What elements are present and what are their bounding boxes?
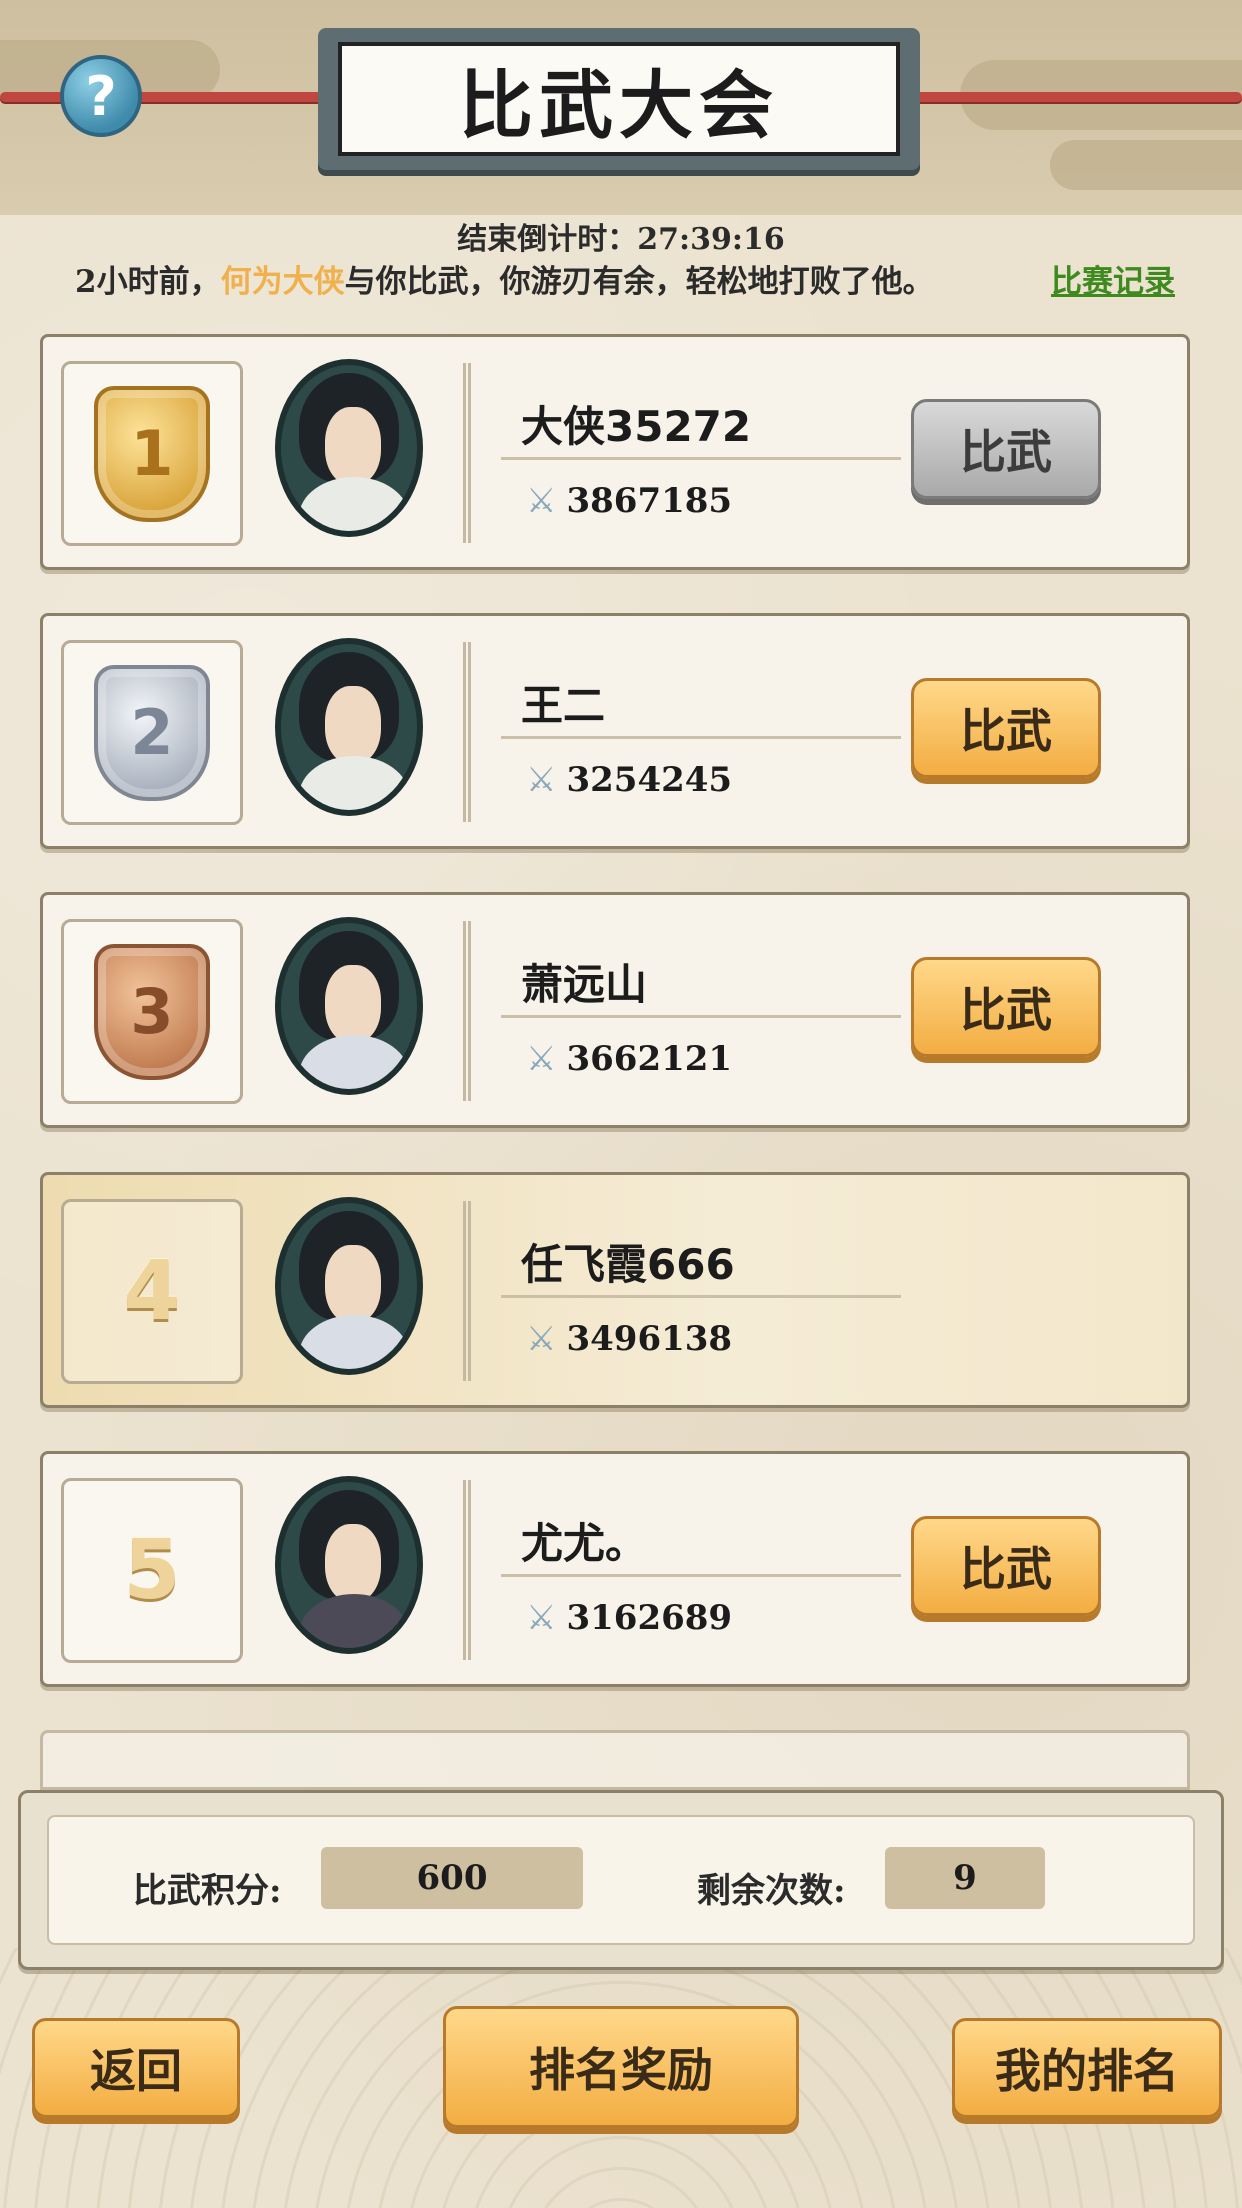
crossed-swords-icon: ⚔ [526, 481, 557, 521]
rank-badge: 5 [61, 1478, 243, 1663]
score-panel-inner: 比武积分: 600 剩余次数: 9 [47, 1815, 1195, 1945]
battle-log-prefix: 2小时前， [75, 264, 221, 300]
rank-badge: 2 [61, 640, 243, 825]
crossed-swords-icon: ⚔ [526, 1319, 557, 1359]
player-name: 尤尤。 [521, 1519, 648, 1568]
gold-medal-icon: 1 [94, 385, 210, 522]
divider [501, 736, 901, 739]
crossed-swords-icon: ⚔ [526, 1598, 557, 1638]
player-name: 萧远山 [521, 960, 648, 1009]
battle-log-suffix: 与你比武，你游刃有余，轻松地打败了他。 [344, 264, 934, 300]
silver-medal-icon: 2 [94, 664, 210, 801]
back-button[interactable]: 返回 [32, 2018, 240, 2118]
score-panel: 比武积分: 600 剩余次数: 9 [18, 1790, 1224, 1970]
rank-number: 4 [123, 1244, 181, 1339]
divider [501, 1574, 901, 1577]
rank-number: 5 [123, 1523, 181, 1618]
power-row: ⚔ 3254245 [526, 760, 732, 800]
rank-badge: 3 [61, 919, 243, 1104]
rope-right [900, 92, 1242, 102]
battle-log: 2小时前，何为大侠与你比武，你游刃有余，轻松地打败了他。 比赛记录 [75, 256, 1175, 301]
player-name: 王二 [521, 681, 606, 730]
ranking-row-4-self: 4 任飞霞666 ⚔ 3496138 [40, 1172, 1190, 1408]
fight-button[interactable]: 比武 [911, 957, 1101, 1057]
divider [501, 457, 901, 460]
avatar[interactable] [275, 917, 423, 1095]
ranking-row-6-partial [40, 1730, 1190, 1790]
question-icon: ? [85, 64, 117, 128]
remaining-label: 剩余次数: [697, 1871, 846, 1911]
fight-button[interactable]: 比武 [911, 399, 1101, 499]
ranking-rewards-button[interactable]: 排名奖励 [443, 2006, 799, 2128]
rope-left [0, 92, 340, 102]
power-value: 3867185 [566, 481, 733, 521]
player-name: 大侠35272 [521, 402, 752, 451]
ranking-row-5: 5 尤尤。 ⚔ 3162689 比武 [40, 1451, 1190, 1687]
power-row: ⚔ 3867185 [526, 481, 732, 521]
fight-button[interactable]: 比武 [911, 678, 1101, 778]
power-row: ⚔ 3162689 [526, 1598, 732, 1638]
player-info: 任飞霞666 ⚔ 3496138 [463, 1201, 1161, 1381]
player-name: 任飞霞666 [521, 1240, 735, 1289]
power-row: ⚔ 3662121 [526, 1039, 732, 1079]
avatar[interactable] [275, 1197, 423, 1375]
ranking-row-2: 2 王二 ⚔ 3254245 比武 [40, 613, 1190, 849]
power-value: 3662121 [566, 1039, 733, 1079]
countdown-timer: 结束倒计时：27:39:16 [457, 222, 785, 257]
points-value: 600 [321, 1847, 583, 1909]
opponent-name[interactable]: 何为大侠 [221, 264, 345, 300]
my-ranking-button[interactable]: 我的排名 [952, 2018, 1222, 2118]
help-button[interactable]: ? [60, 55, 142, 137]
remaining-value: 9 [885, 1847, 1045, 1909]
fight-button[interactable]: 比武 [911, 1516, 1101, 1616]
page-title: 比武大会 [338, 42, 900, 156]
bronze-medal-icon: 3 [94, 943, 210, 1080]
ranking-row-1: 1 大侠35272 ⚔ 3867185 比武 [40, 334, 1190, 570]
power-value: 3162689 [566, 1598, 733, 1638]
crossed-swords-icon: ⚔ [526, 760, 557, 800]
power-value: 3496138 [566, 1319, 733, 1359]
rank-badge: 4 [61, 1199, 243, 1384]
ranking-row-3: 3 萧远山 ⚔ 3662121 比武 [40, 892, 1190, 1128]
power-row: ⚔ 3496138 [526, 1319, 732, 1359]
title-plate: 比武大会 [318, 28, 920, 170]
avatar[interactable] [275, 1476, 423, 1654]
avatar[interactable] [275, 638, 423, 816]
rank-badge: 1 [61, 361, 243, 546]
points-label: 比武积分: [133, 1871, 282, 1911]
power-value: 3254245 [566, 760, 733, 800]
avatar[interactable] [275, 359, 423, 537]
match-record-link[interactable]: 比赛记录 [1051, 256, 1175, 301]
divider [501, 1295, 901, 1298]
divider [501, 1015, 901, 1018]
crossed-swords-icon: ⚔ [526, 1039, 557, 1079]
